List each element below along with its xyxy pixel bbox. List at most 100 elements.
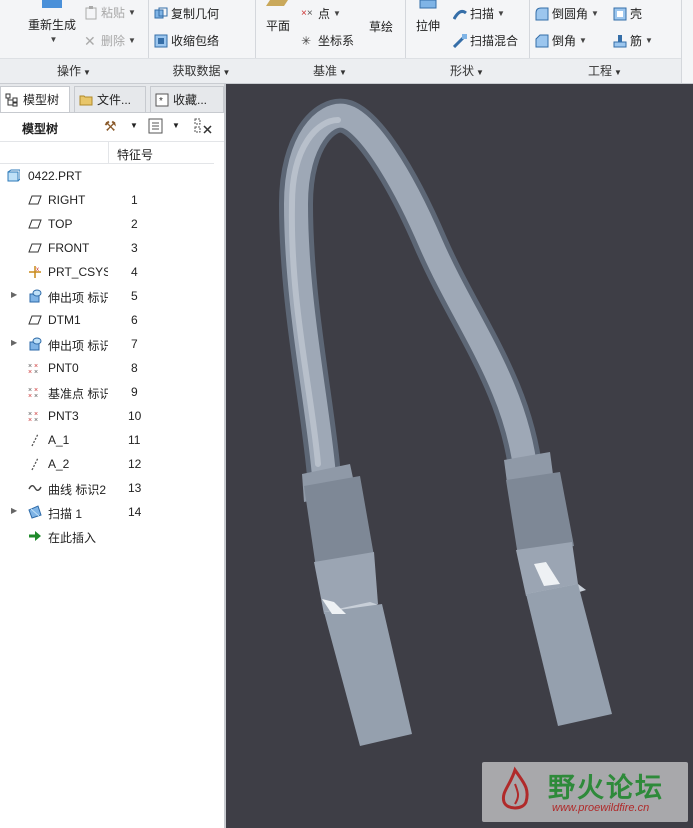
flame-logo-icon — [501, 766, 529, 810]
svg-text:*: * — [159, 96, 163, 107]
tree-item[interactable]: × × × × PNT0 8 — [0, 356, 224, 380]
chevron-down-icon: ▼ — [579, 36, 587, 45]
tree-item[interactable]: RIGHT 1 — [0, 188, 224, 212]
ribbon-group-label[interactable]: 操作 ▼ — [0, 58, 148, 83]
extrude-icon — [419, 0, 437, 9]
wire-tube — [278, 98, 543, 493]
tree-item[interactable]: TOP 2 — [0, 212, 224, 236]
datum-axis-icon — [31, 457, 39, 471]
feature-number: 7 — [131, 337, 138, 351]
tree-column-header: 特征号 — [0, 142, 224, 164]
feature-number-header[interactable]: 特征号 — [117, 146, 153, 163]
chamfer-button[interactable]: 倒角 ▼ — [535, 32, 587, 49]
tree-item[interactable]: A_1 11 — [0, 428, 224, 452]
ribbon-group-operations: 重新生成 ▼ 粘贴 ▼ ✕ 删除 ▼ 操作 ▼ — [0, 0, 149, 83]
ribbon-group-label[interactable]: 形状 ▼ — [405, 58, 529, 83]
expand-arrow-icon[interactable]: ▶ — [11, 506, 17, 515]
tree-item-label: PRT_CSYS_ — [48, 265, 108, 279]
datum-point-icon: × ×× × — [28, 387, 38, 399]
svg-text:x: x — [36, 267, 39, 273]
rib-button[interactable]: 筋 ▼ — [613, 32, 653, 49]
feature-number: 4 — [131, 265, 138, 279]
tree-item[interactable]: × × × × 基准点 标识 9 — [0, 380, 224, 404]
feature-number: 14 — [128, 505, 142, 519]
tree-item[interactable]: x PRT_CSYS_ 4 — [0, 260, 224, 284]
folder-icon — [79, 95, 93, 106]
shrinkwrap-button[interactable]: 收缩包络 — [154, 32, 219, 49]
paste-label: 粘贴 — [101, 6, 126, 20]
insert-here-icon — [29, 531, 41, 541]
tree-item-label: 扫描 1 — [48, 507, 83, 521]
tree-item-label: A_2 — [48, 457, 70, 471]
regenerate-button[interactable]: 重新生成 ▼ — [22, 0, 82, 52]
chevron-down-icon: ▼ — [49, 35, 58, 44]
favorites-icon: * — [155, 93, 169, 107]
svg-text:×: × — [34, 417, 38, 423]
model-tree-icon — [5, 93, 18, 107]
paste-button[interactable]: 粘贴 ▼ — [84, 4, 136, 21]
tree-item-label: TOP — [48, 217, 73, 231]
ribbon-group-label[interactable]: 工程 ▼ — [529, 58, 681, 83]
tree-root-item[interactable]: 0422.PRT — [0, 164, 224, 188]
paste-icon — [85, 5, 97, 19]
copy-geometry-label: 复制几何 — [171, 7, 220, 21]
round-label: 倒圆角 — [552, 7, 589, 21]
round-icon — [535, 7, 549, 20]
plane-icon — [266, 0, 288, 6]
round-button[interactable]: 倒圆角 ▼ — [535, 5, 599, 22]
protrusion-icon — [29, 289, 42, 303]
tree-item[interactable]: 曲线 标识2 13 — [0, 476, 224, 500]
chevron-down-icon: ▼ — [591, 9, 599, 18]
plane-button[interactable]: 平面 — [263, 0, 293, 52]
ribbon-group-label[interactable]: 获取数据 ▼ — [148, 58, 255, 83]
tree-item[interactable]: ▶ 伸出项 标识 7 — [0, 332, 224, 356]
tab-file-browser[interactable]: 文件... — [74, 86, 146, 112]
shell-button[interactable]: 壳 — [613, 5, 642, 22]
chevron-down-icon: ▼ — [614, 68, 622, 77]
tree-item[interactable]: DTM1 6 — [0, 308, 224, 332]
sketch-button[interactable]: 草绘 — [369, 18, 393, 35]
settings-button[interactable]: ⚒ ▼ — [104, 118, 140, 136]
model-tree: 0422.PRT RIGHT 1 TOP 2 FRONT 3 x PRT_CSYS_ 4 ▶ 伸出项 … — [0, 164, 224, 828]
tree-item[interactable]: ▶ 扫描 1 14 — [0, 500, 224, 524]
datum-plane-icon — [28, 195, 42, 205]
datum-axis-icon — [31, 433, 39, 447]
shell-label: 壳 — [630, 7, 643, 21]
tree-item-label: 曲线 标识2 — [48, 483, 107, 497]
tree-item-label: RIGHT — [48, 193, 86, 207]
tab-model-tree[interactable]: 模型树 — [0, 86, 70, 112]
point-button[interactable]: ×× 点 ▼ — [301, 5, 341, 22]
csys-icon: ✳ — [301, 33, 312, 48]
chevron-down-icon: ▼ — [339, 68, 347, 77]
insert-here-marker[interactable]: 在此插入 — [0, 524, 224, 548]
swept-blend-button[interactable]: 扫描混合 — [453, 32, 518, 49]
graphics-viewport[interactable]: 野火论坛 www.proewildfire.cn — [226, 84, 693, 828]
tree-item-label: 基准点 标识 — [48, 387, 108, 401]
tree-item[interactable]: FRONT 3 — [0, 236, 224, 260]
sweep-button[interactable]: 扫描 ▼ — [453, 5, 505, 22]
ribbon-group-label[interactable]: 基准 ▼ — [255, 58, 405, 83]
tree-item-label: PNT0 — [48, 361, 79, 375]
copy-geometry-button[interactable]: 复制几何 — [154, 5, 219, 22]
filter-settings-icon[interactable] — [194, 118, 212, 136]
tree-item[interactable]: ▶ 伸出项 标识 5 — [0, 284, 224, 308]
point-label: 点 — [318, 7, 331, 21]
curve-icon — [28, 485, 42, 491]
show-button[interactable]: ▼ — [148, 118, 184, 136]
expand-arrow-icon[interactable]: ▶ — [11, 290, 17, 299]
tree-item[interactable]: × × × × PNT3 10 — [0, 404, 224, 428]
rib-icon — [613, 34, 627, 47]
csys-label: 坐标系 — [318, 34, 355, 48]
chevron-down-icon: ▼ — [83, 68, 91, 77]
right-terminal — [504, 452, 612, 726]
datum-point-icon: × ×× × — [28, 411, 38, 423]
csys-button[interactable]: ✳ 坐标系 — [301, 32, 354, 49]
feature-number: 6 — [131, 313, 138, 327]
tree-item[interactable]: A_2 12 — [0, 452, 224, 476]
extrude-button[interactable]: 拉伸 — [411, 0, 445, 52]
expand-arrow-icon[interactable]: ▶ — [11, 338, 17, 347]
delete-button[interactable]: ✕ 删除 ▼ — [84, 32, 136, 49]
tree-item-label: PNT3 — [48, 409, 79, 423]
tab-favorites[interactable]: * 收藏... — [150, 86, 224, 112]
delete-label: 删除 — [101, 34, 126, 48]
